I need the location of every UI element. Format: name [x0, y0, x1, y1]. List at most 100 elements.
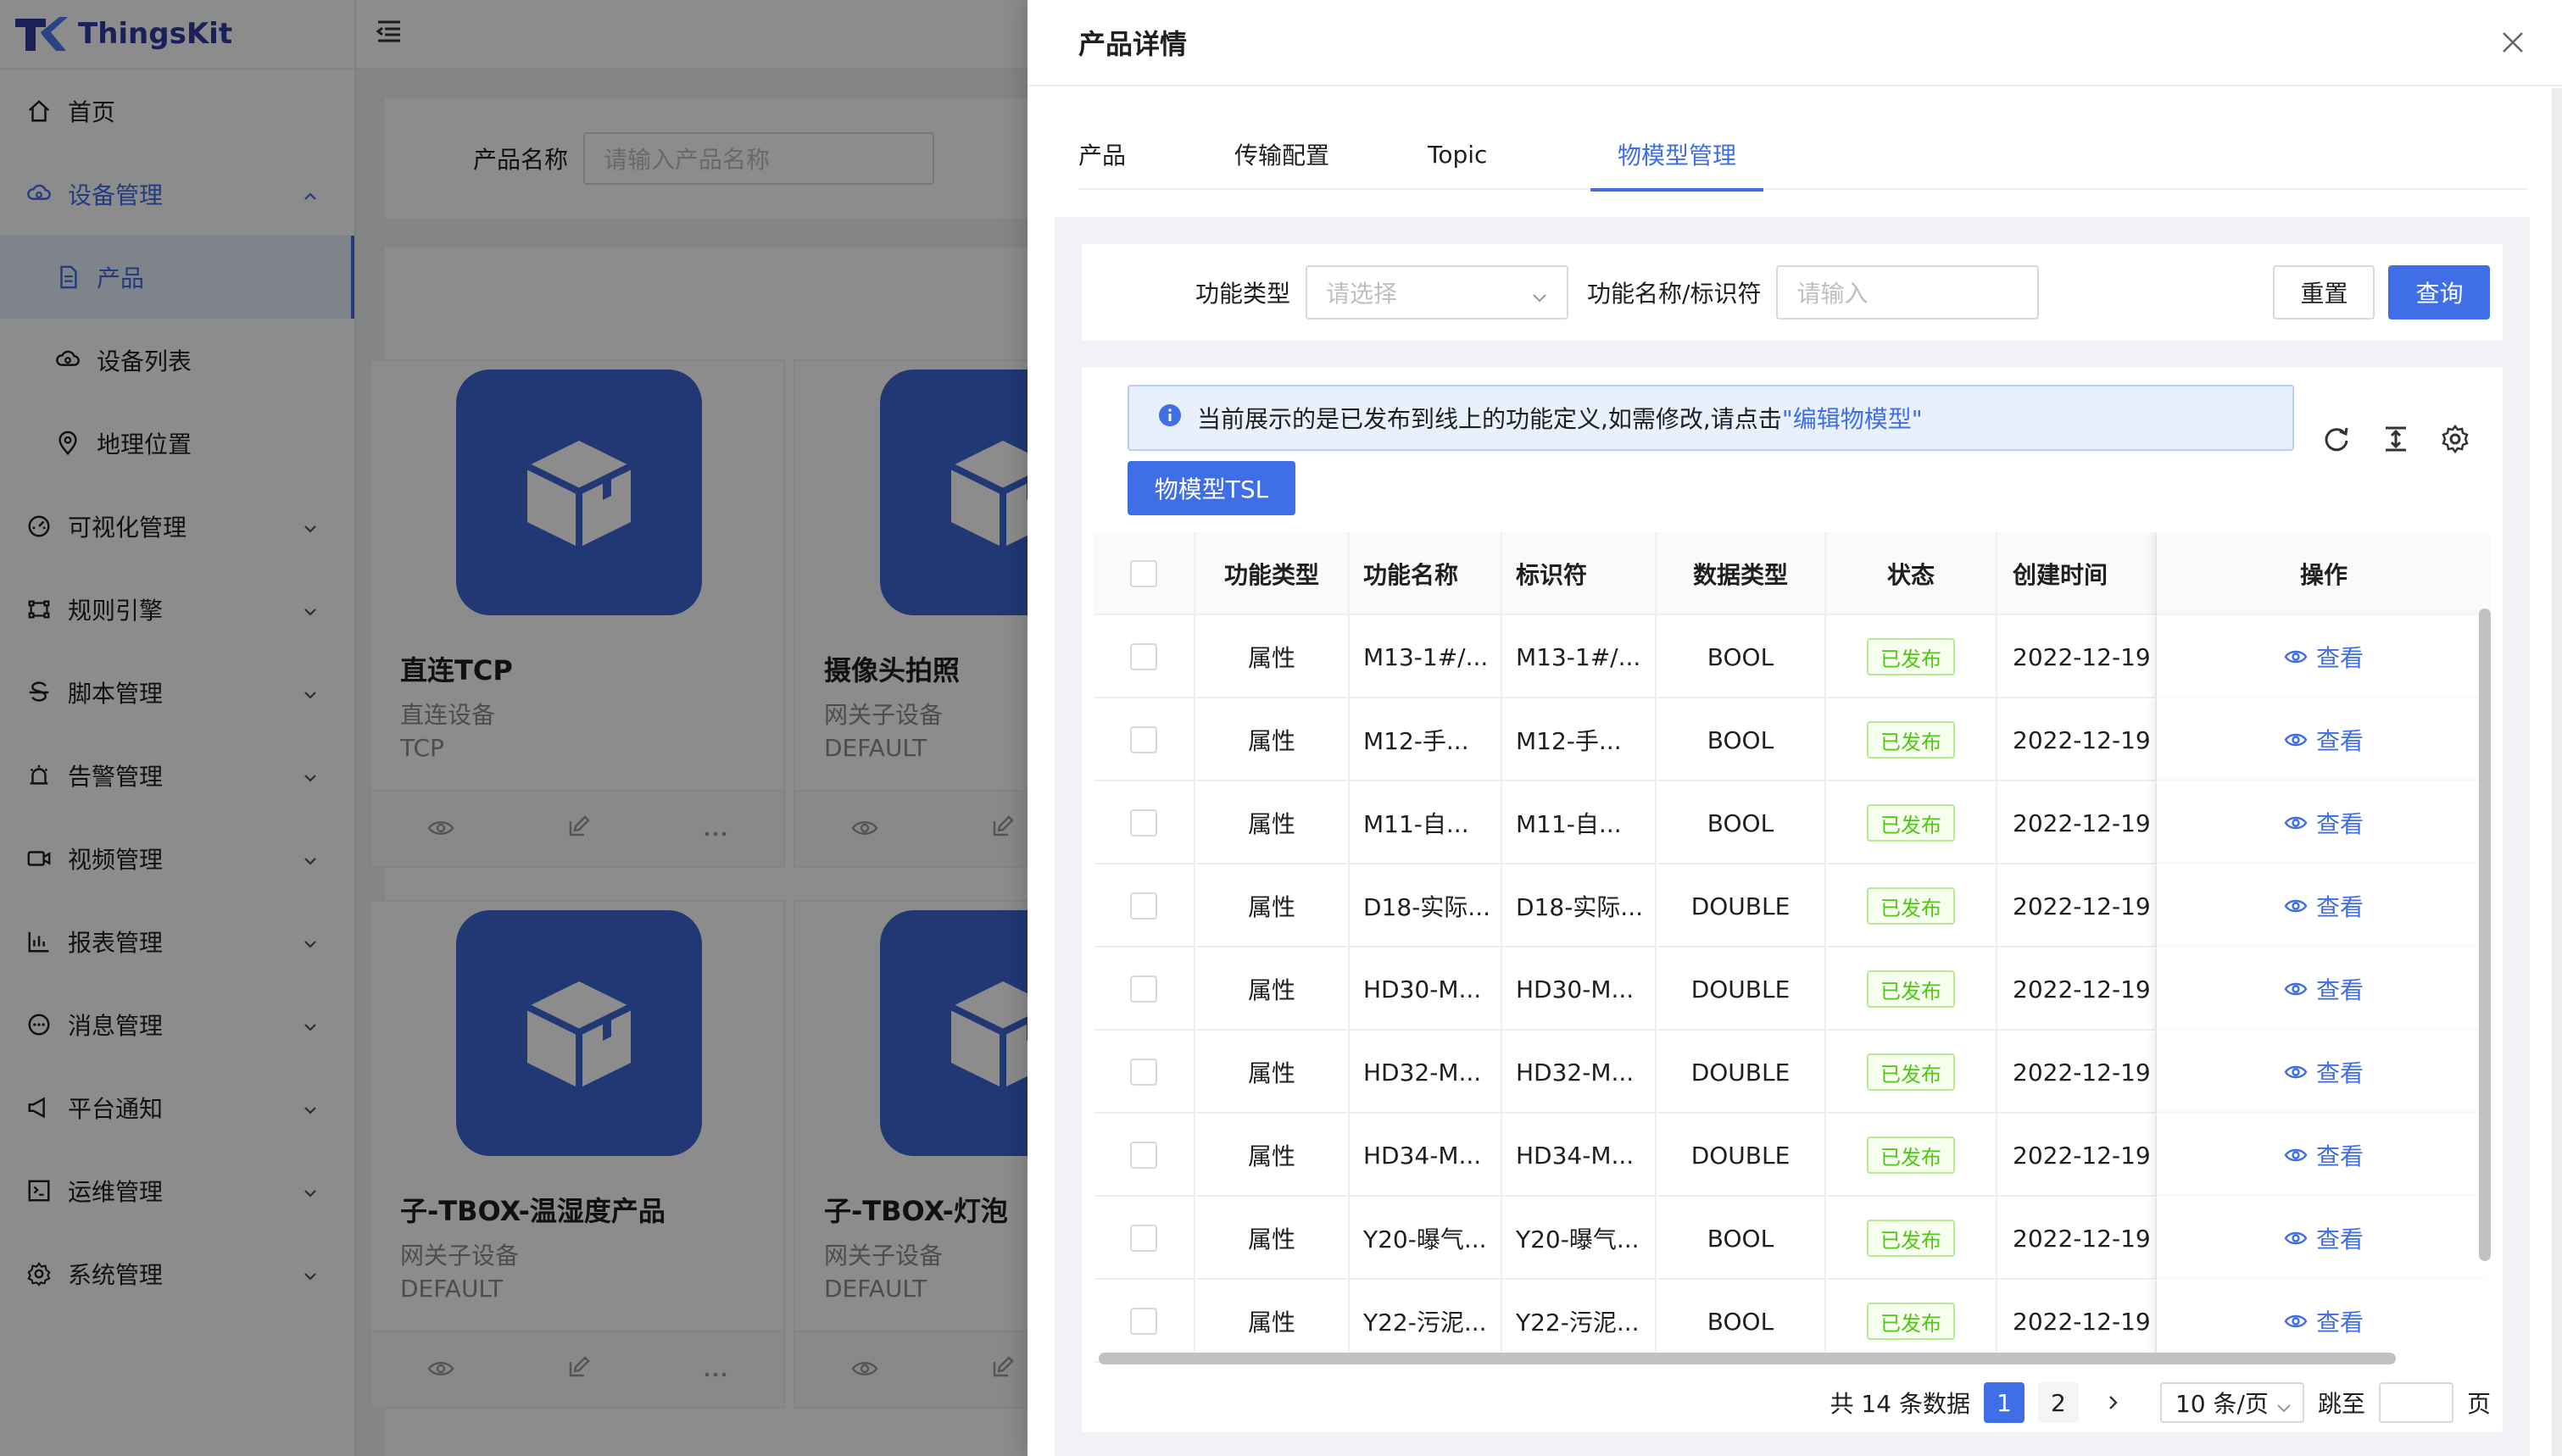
- edit-thing-model-link[interactable]: "编辑物模型": [1782, 405, 1923, 433]
- reset-button[interactable]: 重置: [2273, 265, 2375, 320]
- cell-created-time: 2022-12-19: [1997, 1280, 2157, 1363]
- view-label: 查看: [2315, 810, 2364, 838]
- function-name-input[interactable]: 请输入: [1776, 265, 2040, 320]
- jump-page-input[interactable]: [2378, 1382, 2453, 1423]
- cell-data-type: BOOL: [1657, 698, 1826, 781]
- select-all-checkbox[interactable]: [1130, 560, 1157, 587]
- page-size-select[interactable]: 10 条/页: [2159, 1382, 2304, 1423]
- column-created-time: 创建时间: [1997, 532, 2157, 615]
- row-checkbox[interactable]: [1130, 1059, 1157, 1086]
- page-2[interactable]: 2: [2037, 1382, 2079, 1423]
- cell-data-type: BOOL: [1657, 781, 1826, 864]
- view-label: 查看: [2315, 976, 2364, 1004]
- cell-identifier: M13-1#/...: [1502, 615, 1657, 698]
- cell-identifier: M11-自...: [1502, 781, 1657, 864]
- cell-identifier: HD32-M...: [1502, 1031, 1657, 1114]
- row-checkbox[interactable]: [1130, 1308, 1157, 1335]
- row-checkbox[interactable]: [1130, 1225, 1157, 1252]
- cell-function-type: 属性: [1195, 781, 1350, 864]
- view-button[interactable]: 查看: [2284, 1304, 2364, 1338]
- row-checkbox[interactable]: [1130, 643, 1157, 670]
- view-label: 查看: [2315, 644, 2364, 672]
- view-button[interactable]: 查看: [2284, 889, 2364, 923]
- view-button[interactable]: 查看: [2284, 806, 2364, 840]
- drawer-body: 功能类型 请选择 功能名称/标识符 请输入 重置 查询 当前展示的是已发布到线上…: [1055, 217, 2530, 1456]
- row-checkbox[interactable]: [1130, 726, 1157, 753]
- refresh-icon[interactable]: [2320, 422, 2353, 456]
- status-badge: 已发布: [1867, 970, 1955, 1008]
- row-checkbox[interactable]: [1130, 809, 1157, 836]
- cell-function-type: 属性: [1195, 1197, 1350, 1280]
- thing-model-tsl-button[interactable]: 物模型TSL: [1128, 461, 1295, 515]
- table-row: 属性 D18-实际... D18-实际... DOUBLE 已发布 2022-12-19 查…: [1094, 864, 2491, 948]
- eye-icon: [2284, 809, 2308, 837]
- settings-icon[interactable]: [2438, 422, 2472, 456]
- column-status: 状态: [1826, 532, 1997, 615]
- cell-function-name: M11-自...: [1350, 781, 1502, 864]
- table-row: 属性 HD32-M... HD32-M... DOUBLE 已发布 2022-12-19 查…: [1094, 1031, 2491, 1114]
- drawer-scrollbar[interactable]: [2552, 88, 2562, 1456]
- pagination: 共 14 条数据 1 2 10 条/页 跳至 页: [1082, 1373, 2503, 1432]
- cell-data-type: BOOL: [1657, 1280, 1826, 1363]
- close-icon[interactable]: [2494, 24, 2531, 61]
- query-button[interactable]: 查询: [2388, 265, 2491, 320]
- row-checkbox[interactable]: [1130, 975, 1157, 1003]
- cell-function-type: 属性: [1195, 615, 1350, 698]
- cell-identifier: HD30-M...: [1502, 948, 1657, 1031]
- tab-product[interactable]: 产品: [1078, 119, 1126, 190]
- view-label: 查看: [2315, 893, 2364, 921]
- function-name-label: 功能名称/标识符: [1587, 280, 1762, 308]
- cell-function-name: M12-手...: [1350, 698, 1502, 781]
- chevron-down-icon: [1531, 284, 1548, 312]
- view-button[interactable]: 查看: [2284, 1055, 2364, 1089]
- status-badge: 已发布: [1867, 1053, 1955, 1091]
- view-button[interactable]: 查看: [2284, 972, 2364, 1006]
- column-height-icon[interactable]: [2379, 422, 2413, 456]
- status-badge: 已发布: [1867, 638, 1955, 675]
- table-horizontal-scrollbar[interactable]: [1099, 1353, 2396, 1364]
- table-header-row: 功能类型 功能名称 标识符 数据类型 状态 创建时间 操作: [1094, 532, 2491, 615]
- page-suffix: 页: [2466, 1390, 2491, 1418]
- page-1[interactable]: 1: [1983, 1382, 2025, 1423]
- status-badge: 已发布: [1867, 721, 1955, 759]
- row-checkbox[interactable]: [1130, 892, 1157, 920]
- column-data-type: 数据类型: [1657, 532, 1826, 615]
- table-row: 属性 HD30-M... HD30-M... DOUBLE 已发布 2022-12-19 查…: [1094, 948, 2491, 1031]
- eye-icon: [2284, 1225, 2308, 1253]
- total-count: 共 14 条数据: [1830, 1390, 1970, 1418]
- function-type-select[interactable]: 请选择: [1306, 265, 1569, 320]
- cell-created-time: 2022-12-19: [1997, 781, 2157, 864]
- cell-created-time: 2022-12-19: [1997, 864, 2157, 948]
- tab-thing-model[interactable]: 物模型管理: [1590, 119, 1764, 192]
- view-label: 查看: [2315, 1142, 2364, 1170]
- drawer-tabs: 产品 传输配置 Topic 物模型管理: [1078, 119, 2528, 192]
- view-button[interactable]: 查看: [2284, 640, 2364, 674]
- view-label: 查看: [2315, 1225, 2364, 1253]
- eye-icon: [2284, 726, 2308, 754]
- view-button[interactable]: 查看: [2284, 723, 2364, 757]
- cell-function-name: HD30-M...: [1350, 948, 1502, 1031]
- status-badge: 已发布: [1867, 887, 1955, 925]
- thing-model-table: 功能类型 功能名称 标识符 数据类型 状态 创建时间 操作 属性 M13-1#/... M13-1…: [1094, 532, 2491, 1363]
- tab-transport-config[interactable]: 传输配置: [1234, 119, 1329, 190]
- thing-model-table-card: 当前展示的是已发布到线上的功能定义,如需修改,请点击"编辑物模型" 物模型TSL…: [1082, 368, 2503, 1432]
- view-label: 查看: [2315, 1309, 2364, 1337]
- view-button[interactable]: 查看: [2284, 1221, 2364, 1255]
- table-row: 属性 HD34-M... HD34-M... DOUBLE 已发布 2022-12-19 查…: [1094, 1114, 2491, 1197]
- cell-created-time: 2022-12-19: [1997, 948, 2157, 1031]
- cell-identifier: D18-实际...: [1502, 864, 1657, 948]
- table-vertical-scrollbar[interactable]: [2479, 609, 2491, 1261]
- tab-topic[interactable]: Topic: [1428, 119, 1487, 190]
- status-badge: 已发布: [1867, 804, 1955, 842]
- drawer-title: 产品详情: [1078, 28, 1188, 60]
- cell-data-type: BOOL: [1657, 1197, 1826, 1280]
- view-button[interactable]: 查看: [2284, 1138, 2364, 1172]
- function-type-placeholder: 请选择: [1326, 280, 1398, 308]
- column-function-name: 功能名称: [1350, 532, 1502, 615]
- info-icon: [1158, 403, 1182, 433]
- row-checkbox[interactable]: [1130, 1142, 1157, 1169]
- view-label: 查看: [2315, 727, 2364, 755]
- next-page-icon[interactable]: [2091, 1382, 2133, 1423]
- cell-function-name: HD34-M...: [1350, 1114, 1502, 1197]
- cell-function-type: 属性: [1195, 698, 1350, 781]
